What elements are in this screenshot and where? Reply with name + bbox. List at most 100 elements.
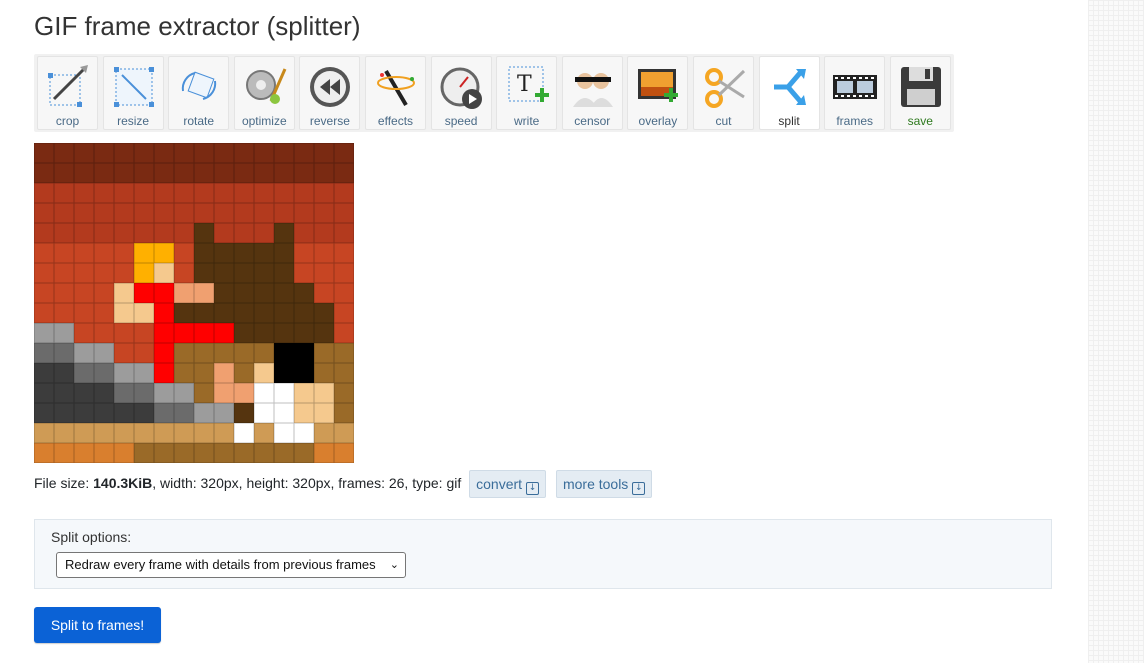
- preview-pixel: [214, 203, 234, 223]
- more-tools-button[interactable]: more tools ↓: [555, 470, 653, 499]
- svg-text:T: T: [517, 72, 532, 97]
- preview-pixel: [34, 203, 54, 223]
- preview-pixel: [194, 243, 214, 263]
- preview-pixel: [334, 143, 354, 163]
- tool-overlay-button[interactable]: overlay: [627, 56, 689, 130]
- preview-pixel: [254, 383, 274, 403]
- preview-pixel: [334, 343, 354, 363]
- tool-label: effects: [377, 114, 414, 128]
- preview-pixel: [174, 343, 194, 363]
- split-mode-select[interactable]: Redraw every frame with details from pre…: [56, 552, 406, 578]
- preview-pixel: [194, 423, 214, 443]
- preview-pixel: [134, 423, 154, 443]
- preview-pixel: [134, 163, 154, 183]
- preview-pixel: [74, 383, 94, 403]
- preview-pixel: [234, 143, 254, 163]
- preview-pixel: [294, 203, 314, 223]
- preview-pixel: [234, 363, 254, 383]
- preview-pixel: [74, 363, 94, 383]
- preview-pixel: [194, 143, 214, 163]
- preview-pixel: [94, 363, 114, 383]
- preview-pixel: [234, 183, 254, 203]
- preview-pixel: [194, 383, 214, 403]
- preview-pixel: [254, 343, 274, 363]
- preview-pixel: [234, 383, 254, 403]
- split-to-frames-button[interactable]: Split to frames!: [34, 607, 161, 643]
- preview-pixel: [314, 423, 334, 443]
- tool-split-button[interactable]: split: [758, 56, 820, 130]
- preview-pixel: [74, 323, 94, 343]
- preview-pixel: [294, 243, 314, 263]
- tool-optimize-button[interactable]: optimize: [233, 56, 295, 130]
- preview-pixel: [294, 423, 314, 443]
- preview-pixel: [154, 363, 174, 383]
- preview-pixel: [254, 423, 274, 443]
- preview-pixel: [274, 403, 294, 423]
- convert-button[interactable]: convert ↓: [469, 470, 547, 499]
- preview-pixel: [74, 283, 94, 303]
- preview-pixel: [334, 323, 354, 343]
- tool-write-button[interactable]: Twrite: [496, 56, 558, 130]
- preview-pixel: [54, 183, 74, 203]
- preview-pixel: [174, 303, 194, 323]
- tool-effects-button[interactable]: effects: [365, 56, 426, 130]
- arrow-down-icon: ↓: [632, 482, 646, 496]
- preview-pixel: [334, 403, 354, 423]
- page-side-pattern: [1088, 0, 1144, 663]
- rotate-icon: [175, 61, 223, 113]
- preview-pixel: [34, 303, 54, 323]
- preview-pixel: [134, 403, 154, 423]
- preview-pixel: [194, 183, 214, 203]
- tool-resize-button[interactable]: resize: [102, 56, 164, 130]
- preview-pixel: [54, 323, 74, 343]
- preview-pixel: [114, 203, 134, 223]
- preview-pixel: [174, 203, 194, 223]
- preview-pixel: [294, 323, 314, 343]
- preview-pixel: [54, 223, 74, 243]
- gif-preview-image: [34, 143, 354, 463]
- preview-pixel: [314, 183, 334, 203]
- tool-frames-button[interactable]: frames: [824, 56, 886, 130]
- preview-pixel: [74, 343, 94, 363]
- preview-pixel: [34, 443, 54, 463]
- tool-speed-button[interactable]: speed: [430, 56, 492, 130]
- preview-pixel: [154, 303, 174, 323]
- tool-cut-button[interactable]: cut: [693, 56, 754, 130]
- preview-pixel: [294, 403, 314, 423]
- preview-pixel: [114, 403, 134, 423]
- preview-pixel: [194, 163, 214, 183]
- preview-pixel: [154, 423, 174, 443]
- tool-crop-button[interactable]: crop: [37, 56, 98, 130]
- preview-pixel: [34, 383, 54, 403]
- preview-pixel: [214, 183, 234, 203]
- preview-pixel: [334, 303, 354, 323]
- tool-censor-button[interactable]: censor: [561, 56, 623, 130]
- preview-pixel: [34, 183, 54, 203]
- preview-pixel: [74, 423, 94, 443]
- page-title: GIF frame extractor (splitter): [34, 11, 361, 41]
- preview-pixel: [134, 203, 154, 223]
- preview-pixel: [234, 423, 254, 443]
- preview-pixel: [134, 363, 154, 383]
- preview-pixel: [314, 143, 334, 163]
- preview-pixel: [54, 303, 74, 323]
- tool-save-button[interactable]: save: [889, 56, 951, 130]
- frames-icon: [831, 61, 879, 113]
- preview-pixel: [294, 443, 314, 463]
- preview-pixel: [234, 303, 254, 323]
- overlay-icon: [634, 61, 682, 113]
- preview-pixel: [214, 303, 234, 323]
- preview-pixel: [254, 263, 274, 283]
- tool-label: reverse: [309, 114, 350, 128]
- preview-pixel: [114, 223, 134, 243]
- preview-pixel: [194, 323, 214, 343]
- tool-reverse-button[interactable]: reverse: [299, 56, 361, 130]
- preview-pixel: [214, 163, 234, 183]
- preview-pixel: [34, 323, 54, 343]
- chevron-down-icon: ⌄: [389, 558, 399, 571]
- tool-rotate-button[interactable]: rotate: [168, 56, 230, 130]
- preview-pixel: [234, 163, 254, 183]
- preview-pixel: [214, 443, 234, 463]
- preview-pixel: [94, 403, 114, 423]
- preview-pixel: [214, 383, 234, 403]
